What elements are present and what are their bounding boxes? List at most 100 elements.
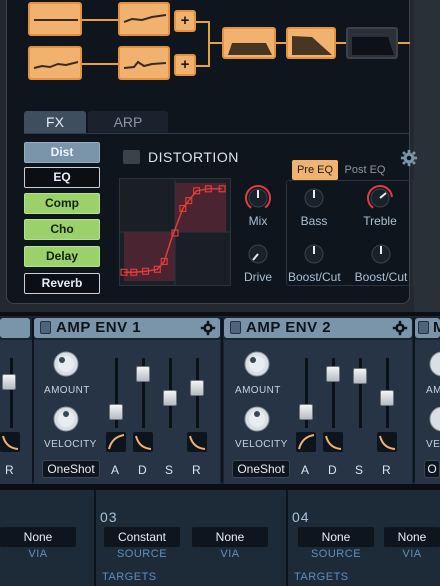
curve-icon [189,435,206,450]
decay-curve-icon[interactable] [323,432,343,452]
treble-knob[interactable]: Treble [356,184,404,228]
route-block-2[interactable] [118,2,170,36]
route-block-3[interactable] [28,46,82,80]
pre-eq-tab[interactable]: Pre EQ [292,160,338,180]
filter-block-1[interactable] [222,27,276,59]
attack-fader-handle[interactable] [109,404,123,420]
route-wire [82,19,118,21]
bass-label: Bass [300,214,328,228]
route-block-4[interactable] [118,46,170,80]
amp-env-1-amount-label: AMOUNT [44,385,90,396]
decay-curve-icon[interactable] [133,432,153,452]
mod-via-field[interactable]: None [384,527,440,547]
slot-separator [286,490,288,586]
decay-fader-handle[interactable] [136,366,150,382]
amp-env-1-velocity-knob[interactable] [51,405,81,433]
drive-label: Drive [243,270,272,284]
tab-divider [24,133,410,134]
release-curve-icon[interactable] [377,432,397,452]
targets-label: TARGETS [102,571,157,583]
waveform-icon [34,19,78,21]
source-label: SOURCE [116,548,168,560]
amp-env-2-toggle[interactable] [230,321,241,334]
gear-icon[interactable] [400,149,418,167]
velocity-label-partial: VE [426,439,440,450]
velocity-knob-partial[interactable] [428,405,440,433]
boost-cut-knob-1[interactable]: Boost/Cut [288,240,341,284]
waveform-icon [123,14,167,23]
tab-fx[interactable]: FX [24,111,86,133]
attack-curve-icon[interactable] [106,432,126,452]
fx-dist-button[interactable]: Dist [24,142,100,163]
mod-slot-number: 04 [292,509,310,525]
fx-cho-button[interactable]: Cho [24,219,100,240]
route-block-1[interactable] [28,2,82,36]
release-fader-handle[interactable] [380,390,394,406]
filter-block-3[interactable] [346,27,398,59]
fader-handle[interactable] [2,374,16,390]
sustain-label: S [165,463,174,477]
release-curve-icon[interactable] [187,432,207,452]
fx-delay-button[interactable]: Delay [24,246,100,267]
sustain-fader-handle[interactable] [163,390,177,406]
filter-shape-icon [228,43,272,55]
mod-source-field[interactable]: Constant [104,527,180,547]
add-route-button[interactable]: + [174,10,196,32]
amp-env-1-velocity-label: VELOCITY [44,439,97,450]
distortion-curve-graph[interactable] [119,178,231,286]
release-label: R [382,463,391,477]
boost-cut-label-1: Boost/Cut [288,270,341,284]
mod-via-field[interactable]: None [192,527,268,547]
boost-cut-label-2: Boost/Cut [354,270,408,284]
amp-env-2-oneshot-button[interactable]: OneShot [232,460,290,478]
distortion-enable-toggle[interactable] [123,150,140,164]
knob-icon [248,244,268,264]
amp-env-1-oneshot-button[interactable]: OneShot [42,460,100,478]
amp-env-2-title: AMP ENV 2 [246,319,332,336]
knob-icon [371,244,391,264]
env-toggle-partial[interactable] [418,321,429,334]
oneshot-button-partial[interactable]: O [424,460,440,478]
curve-icon [379,435,396,450]
knob-icon [245,185,271,211]
panel-separator [221,318,223,482]
route-wire [208,21,210,67]
bass-knob[interactable]: Bass [294,184,334,228]
attack-fader-handle[interactable] [299,404,313,420]
mod-source-field[interactable]: None [298,527,374,547]
route-wire [82,63,118,65]
post-eq-tab[interactable]: Post EQ [340,160,390,180]
amp-env-1-amount-knob[interactable] [51,350,81,378]
knob-icon [53,406,79,432]
add-route-button[interactable]: + [174,54,196,76]
attack-curve-icon[interactable] [296,432,316,452]
tab-arp[interactable]: ARP [88,111,168,133]
release-curve-icon[interactable] [0,432,20,452]
gear-icon[interactable] [392,320,408,336]
mix-knob[interactable]: Mix [238,184,278,228]
amp-env-1-toggle[interactable] [40,321,51,334]
amp-env-2-amount-knob[interactable] [242,350,272,378]
drive-knob[interactable]: Drive [238,240,278,284]
amp-env-2-velocity-knob[interactable] [242,405,272,433]
fx-reverb-button[interactable]: Reverb [24,273,100,294]
sustain-fader-handle[interactable] [353,368,367,384]
route-wire [398,42,410,44]
via-label: VIA [28,548,48,560]
gear-icon[interactable] [200,320,216,336]
filter-block-2[interactable] [286,27,336,59]
fx-eq-button[interactable]: EQ [24,167,100,188]
release-label: R [192,463,201,477]
slot-separator [94,490,96,586]
amount-knob-partial[interactable] [428,350,440,378]
mod-via-field-partial[interactable]: None [0,527,76,547]
boost-cut-knob-2[interactable]: Boost/Cut [352,240,410,284]
decay-fader-handle[interactable] [326,366,340,382]
fx-comp-button[interactable]: Comp [24,193,100,214]
waveform-icon [33,61,79,69]
amount-label-partial: AM [426,385,440,396]
curve-icon [325,435,342,450]
amp-env-1-title: AMP ENV 1 [56,319,142,336]
curve-icon [298,434,315,450]
release-fader-handle[interactable] [190,380,204,396]
